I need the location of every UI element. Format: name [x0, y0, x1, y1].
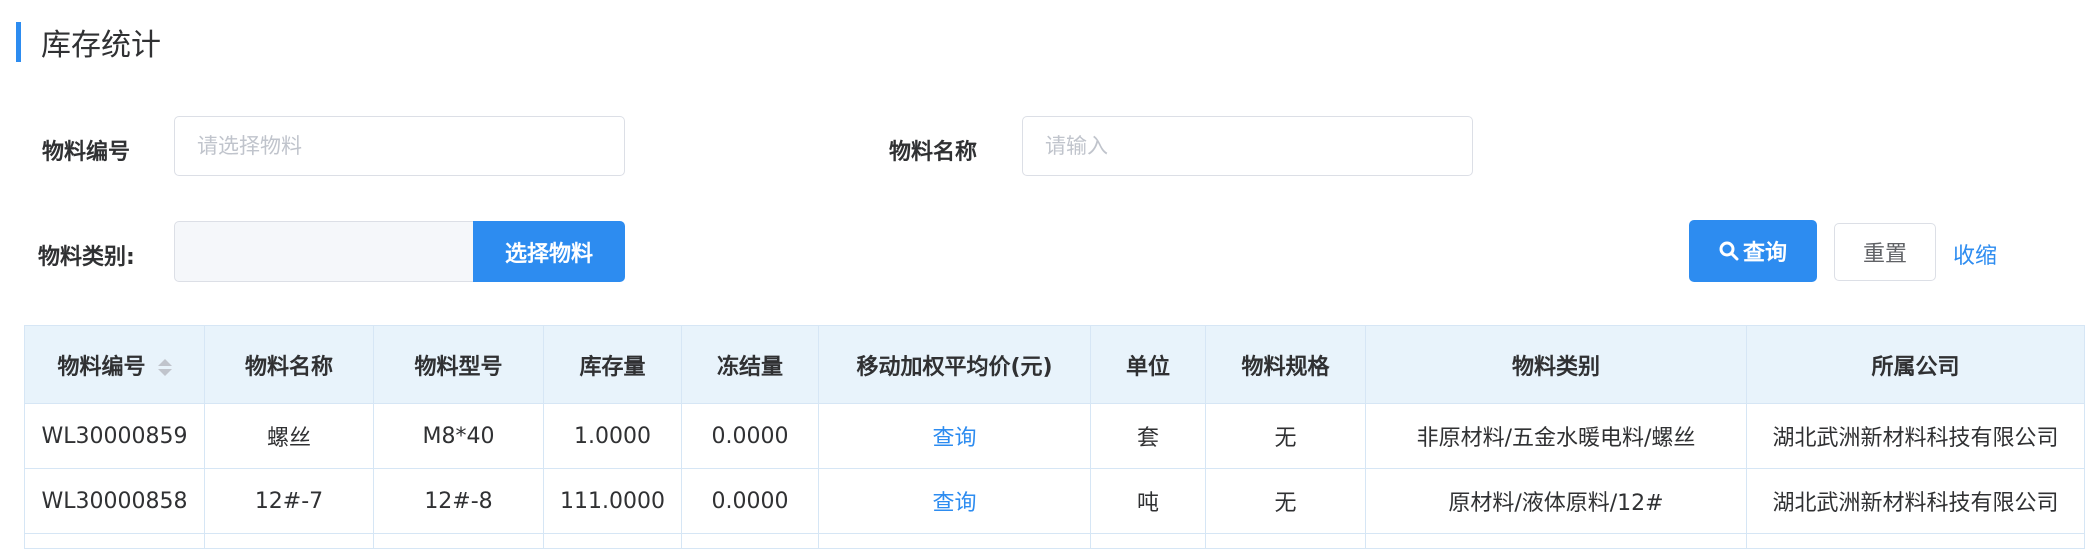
- column-header-unit: 单位: [1090, 325, 1206, 404]
- column-header-avg-price: 移动加权平均价(元): [818, 325, 1091, 404]
- cell-material-code: WL30000859: [24, 403, 205, 469]
- column-header-frozen: 冻结量: [681, 325, 819, 404]
- column-header-company: 所属公司: [1746, 325, 2085, 404]
- column-header-material-code[interactable]: 物料编号: [24, 325, 205, 404]
- column-header-category: 物料类别: [1365, 325, 1747, 404]
- page-header: 库存统计: [16, 22, 161, 63]
- column-header-stock: 库存量: [543, 325, 682, 404]
- cell-material-name: 12#-7: [204, 468, 374, 534]
- cell-stock: 111.0000: [543, 468, 682, 534]
- cell-frozen: 0.0000: [681, 403, 819, 469]
- select-material-button[interactable]: 选择物料: [473, 221, 625, 282]
- table-row: WL30000858 12#-7 12#-8 111.0000 0.0000 查…: [24, 468, 2085, 534]
- material-category-input[interactable]: [174, 221, 474, 282]
- cell-company: 湖北武洲新材料科技有限公司: [1746, 403, 2085, 469]
- query-price-link[interactable]: 查询: [932, 491, 976, 516]
- reset-button[interactable]: 重置: [1834, 223, 1936, 281]
- cell-frozen: 0.0000: [681, 468, 819, 534]
- table-header-row: 物料编号 物料名称 物料型号 库存量 冻结量 移动加权平均价(元) 单位 物料规…: [24, 325, 2085, 404]
- cell-unit: 吨: [1090, 468, 1206, 534]
- sort-icon[interactable]: [157, 359, 172, 376]
- material-name-label: 物料名称: [889, 140, 978, 165]
- material-name-input[interactable]: [1022, 116, 1473, 176]
- cell-unit: 套: [1090, 403, 1206, 469]
- column-header-spec: 物料规格: [1205, 325, 1366, 404]
- table-row: [24, 533, 2085, 549]
- cell-category: 非原材料/五金水暖电料/螺丝: [1365, 403, 1747, 469]
- cell-material-model: M8*40: [373, 403, 544, 469]
- collapse-link[interactable]: 收缩: [1953, 238, 1997, 270]
- reset-button-label: 重置: [1862, 242, 1907, 267]
- query-button-label: 查询: [1742, 241, 1787, 266]
- query-button[interactable]: 查询: [1689, 220, 1817, 282]
- table-row: WL30000859 螺丝 M8*40 1.0000 0.0000 查询 套 无…: [24, 403, 2085, 469]
- query-price-link[interactable]: 查询: [932, 426, 976, 451]
- cell-spec: 无: [1205, 403, 1366, 469]
- material-category-label: 物料类别:: [38, 245, 135, 270]
- cell-category: 原材料/液体原料/12#: [1365, 468, 1747, 534]
- inventory-table: 物料编号 物料名称 物料型号 库存量 冻结量 移动加权平均价(元) 单位 物料规…: [24, 325, 2085, 549]
- cell-material-code: WL30000858: [24, 468, 205, 534]
- cell-material-model: 12#-8: [373, 468, 544, 534]
- cell-avg-price: 查询: [818, 468, 1091, 534]
- page-title: 库存统计: [41, 28, 161, 63]
- cell-company: 湖北武洲新材料科技有限公司: [1746, 468, 2085, 534]
- material-code-input[interactable]: [174, 116, 625, 176]
- cell-material-name: 螺丝: [204, 403, 374, 469]
- cell-stock: 1.0000: [543, 403, 682, 469]
- search-icon: [1719, 241, 1739, 261]
- column-header-material-name: 物料名称: [204, 325, 374, 404]
- column-header-material-model: 物料型号: [373, 325, 544, 404]
- cell-spec: 无: [1205, 468, 1366, 534]
- material-code-label: 物料编号: [42, 140, 131, 165]
- select-material-label: 选择物料: [504, 241, 593, 267]
- title-accent-bar: [16, 22, 21, 62]
- cell-avg-price: 查询: [818, 403, 1091, 469]
